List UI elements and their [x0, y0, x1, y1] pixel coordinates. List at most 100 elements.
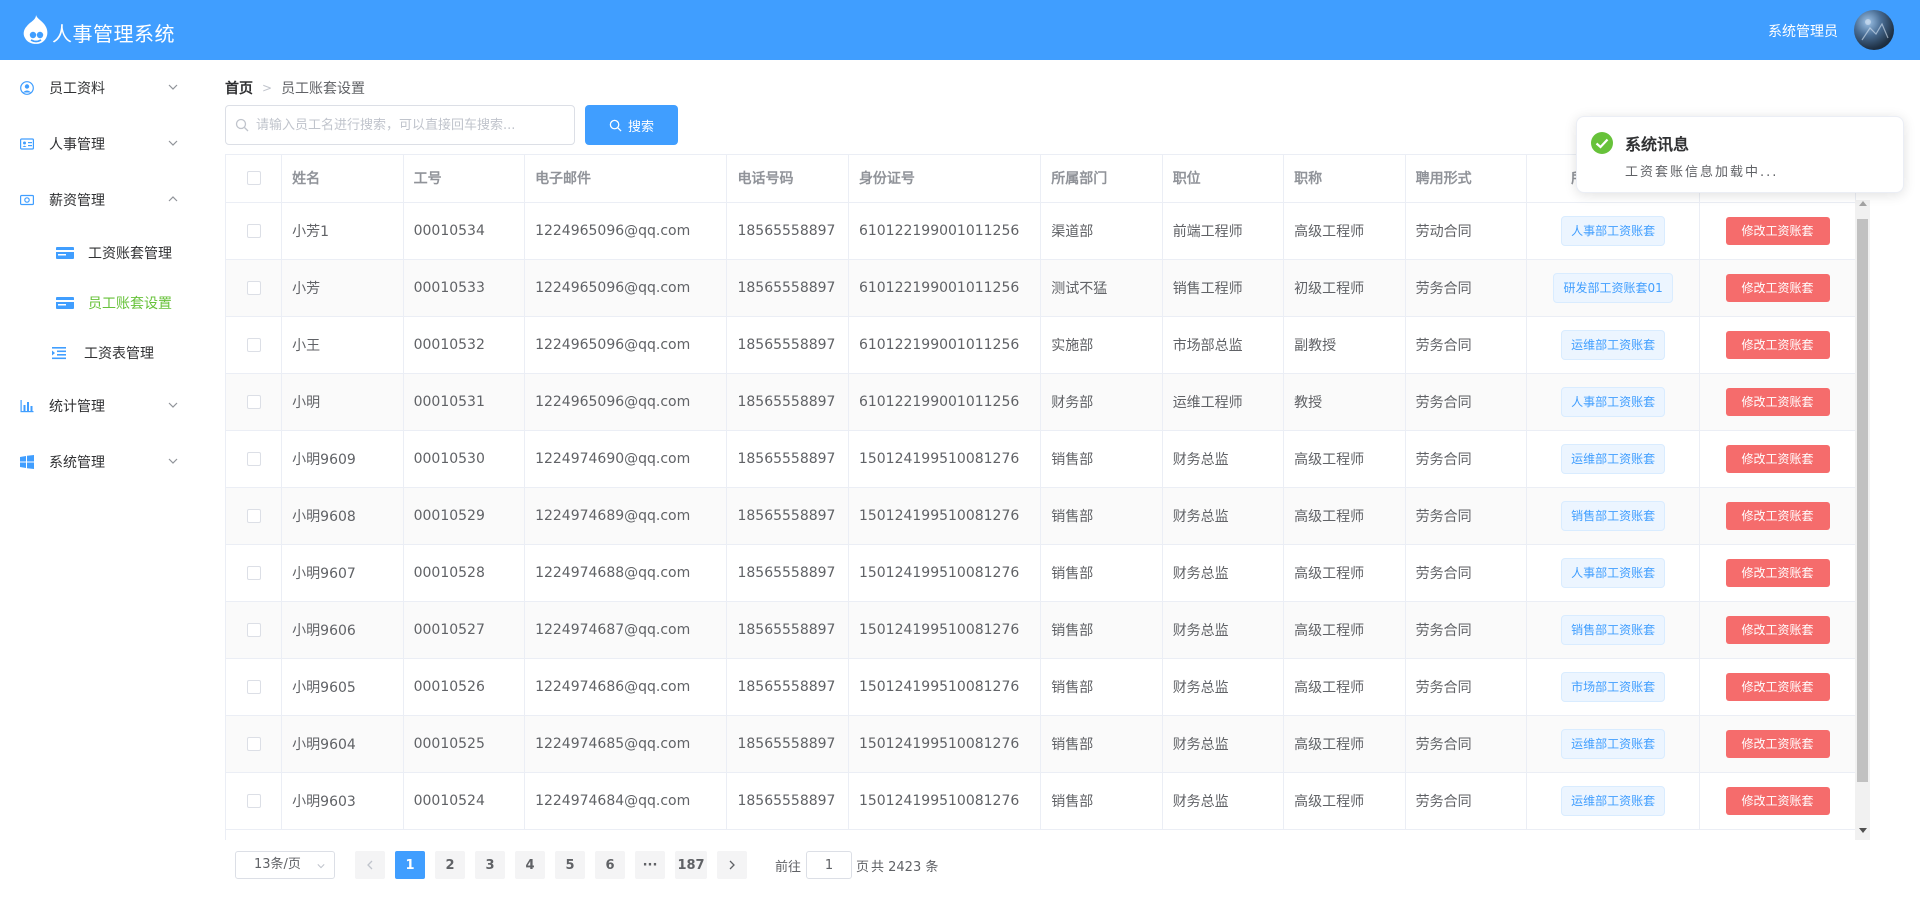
chevron-up-icon — [168, 196, 178, 202]
scroll-down-arrow-icon[interactable] — [1859, 828, 1867, 833]
menu-system[interactable]: 系统管理 — [0, 434, 200, 490]
user-avatar[interactable] — [1854, 10, 1894, 50]
row-checkbox[interactable] — [246, 508, 261, 523]
cell-actions: 修改工资账套 — [1699, 259, 1856, 317]
salary-set-tag: 销售部工资账套 — [1561, 614, 1666, 645]
table-row: 小明9609 00010530 1224974690@qq.com 185655588… — [226, 430, 1856, 488]
row-checkbox-cell[interactable] — [226, 430, 283, 488]
scroll-up-arrow-icon[interactable] — [1859, 201, 1867, 206]
page-button-2[interactable]: 2 — [435, 851, 465, 879]
row-checkbox[interactable] — [246, 736, 261, 751]
page-button-1[interactable]: 1 — [395, 851, 425, 879]
chevron-right-icon: > — [262, 81, 273, 95]
notification-message: 工资套账信息加载中... — [1625, 165, 1779, 180]
row-checkbox[interactable] — [246, 394, 261, 409]
user-name[interactable]: 系统管理员 — [1768, 21, 1838, 41]
cell-position: 财务总监 — [1162, 601, 1285, 659]
edit-salary-set-button[interactable]: 修改工资账套 — [1725, 444, 1830, 473]
next-page-button[interactable] — [717, 851, 747, 879]
cell-email: 1224974688@qq.com — [524, 544, 728, 602]
menu-statistics[interactable]: 统计管理 — [0, 378, 200, 434]
row-checkbox-cell[interactable] — [226, 373, 283, 431]
row-checkbox[interactable] — [246, 451, 261, 466]
page-button-5[interactable]: 5 — [555, 851, 585, 879]
cell-phone: 18565558897 — [726, 601, 849, 659]
goto-page-input[interactable] — [806, 851, 852, 879]
submenu-label: 工资表管理 — [84, 346, 154, 362]
row-checkbox[interactable] — [246, 622, 261, 637]
scrollbar-thumb[interactable] — [1857, 219, 1868, 782]
breadcrumb-home[interactable]: 首页 — [225, 78, 253, 98]
row-checkbox[interactable] — [246, 280, 261, 295]
page-ellipsis-button[interactable]: ··· — [635, 851, 665, 879]
cell-title: 副教授 — [1283, 316, 1406, 374]
cell-work-id: 00010530 — [403, 430, 526, 488]
edit-salary-set-button[interactable]: 修改工资账套 — [1725, 615, 1830, 644]
cell-work-id: 00010532 — [403, 316, 526, 374]
row-checkbox-cell[interactable] — [226, 658, 283, 716]
cell-salary-set: 人事部工资账套 — [1526, 544, 1701, 602]
row-checkbox[interactable] — [246, 565, 261, 580]
cell-name: 小明9604 — [281, 715, 404, 773]
edit-salary-set-button[interactable]: 修改工资账套 — [1725, 672, 1830, 701]
row-checkbox[interactable] — [246, 337, 261, 352]
submenu-employee-salary-set[interactable]: 员工账套设置 — [0, 278, 200, 328]
edit-salary-set-button[interactable]: 修改工资账套 — [1725, 729, 1830, 758]
employee-search-input[interactable] — [225, 105, 575, 145]
row-checkbox-cell[interactable] — [226, 316, 283, 374]
row-checkbox-cell[interactable] — [226, 544, 283, 602]
menu-label: 统计管理 — [49, 399, 105, 415]
edit-salary-set-button[interactable]: 修改工资账套 — [1725, 501, 1830, 530]
page-button-4[interactable]: 4 — [515, 851, 545, 879]
page-size-select[interactable]: 13条/页 — [235, 851, 335, 879]
cell-hire-type: 劳务合同 — [1405, 544, 1528, 602]
cell-id-card: 610122199001011256 — [848, 202, 1042, 260]
cell-email: 1224974687@qq.com — [524, 601, 728, 659]
menu-personnel[interactable]: 人事管理 — [0, 116, 200, 172]
menu-label: 人事管理 — [49, 137, 105, 153]
row-checkbox-cell[interactable] — [226, 202, 283, 260]
page-button-3[interactable]: 3 — [475, 851, 505, 879]
edit-salary-set-button[interactable]: 修改工资账套 — [1725, 558, 1830, 587]
row-checkbox-cell[interactable] — [226, 772, 283, 830]
edit-salary-set-button[interactable]: 修改工资账套 — [1725, 216, 1830, 245]
cell-title: 高级工程师 — [1283, 658, 1406, 716]
table-row: 小明 00010531 1224965096@qq.com 18565558897 61… — [226, 373, 1856, 431]
submenu-payroll-management[interactable]: 工资表管理 — [0, 328, 200, 378]
row-checkbox-cell[interactable] — [226, 715, 283, 773]
edit-salary-set-button[interactable]: 修改工资账套 — [1725, 387, 1830, 416]
row-checkbox-cell[interactable] — [226, 487, 283, 545]
edit-salary-set-button[interactable]: 修改工资账套 — [1725, 330, 1830, 359]
cell-position: 财务总监 — [1162, 487, 1285, 545]
cell-phone: 18565558897 — [726, 259, 849, 317]
cell-name: 小明9608 — [281, 487, 404, 545]
select-all-checkbox-cell[interactable] — [226, 155, 283, 203]
row-checkbox-cell[interactable] — [226, 259, 283, 317]
page-size-value: 13条/页 — [254, 857, 301, 872]
select-all-checkbox[interactable] — [246, 171, 261, 186]
breadcrumb-current: 员工账套设置 — [281, 81, 366, 97]
prev-page-button[interactable] — [355, 851, 385, 879]
search-button[interactable]: 搜索 — [585, 105, 678, 145]
page-button-last[interactable]: 187 — [675, 851, 707, 879]
page-button-6[interactable]: 6 — [595, 851, 625, 879]
edit-salary-set-button[interactable]: 修改工资账套 — [1725, 786, 1830, 815]
column-header-id-card: 身份证号 — [848, 155, 1042, 203]
salary-set-tag: 人事部工资账套 — [1561, 557, 1666, 588]
chevron-down-icon — [317, 864, 325, 869]
submenu-salary-set-management[interactable]: 工资账套管理 — [0, 228, 200, 278]
menu-salary[interactable]: 薪资管理 — [0, 172, 200, 228]
row-checkbox-cell[interactable] — [226, 601, 283, 659]
row-checkbox[interactable] — [246, 793, 261, 808]
cell-name: 小明9603 — [281, 772, 404, 830]
column-header-hire-type: 聘用形式 — [1405, 155, 1528, 203]
salary-set-tag: 研发部工资账套01 — [1553, 272, 1673, 303]
row-checkbox[interactable] — [246, 679, 261, 694]
cell-email: 1224974690@qq.com — [524, 430, 728, 488]
cell-id-card: 610122199001011256 — [848, 259, 1042, 317]
cell-salary-set: 人事部工资账套 — [1526, 373, 1701, 431]
row-checkbox[interactable] — [246, 223, 261, 238]
edit-salary-set-button[interactable]: 修改工资账套 — [1725, 273, 1830, 302]
chevron-down-icon — [168, 402, 178, 408]
menu-employee-info[interactable]: 员工资料 — [0, 60, 200, 116]
